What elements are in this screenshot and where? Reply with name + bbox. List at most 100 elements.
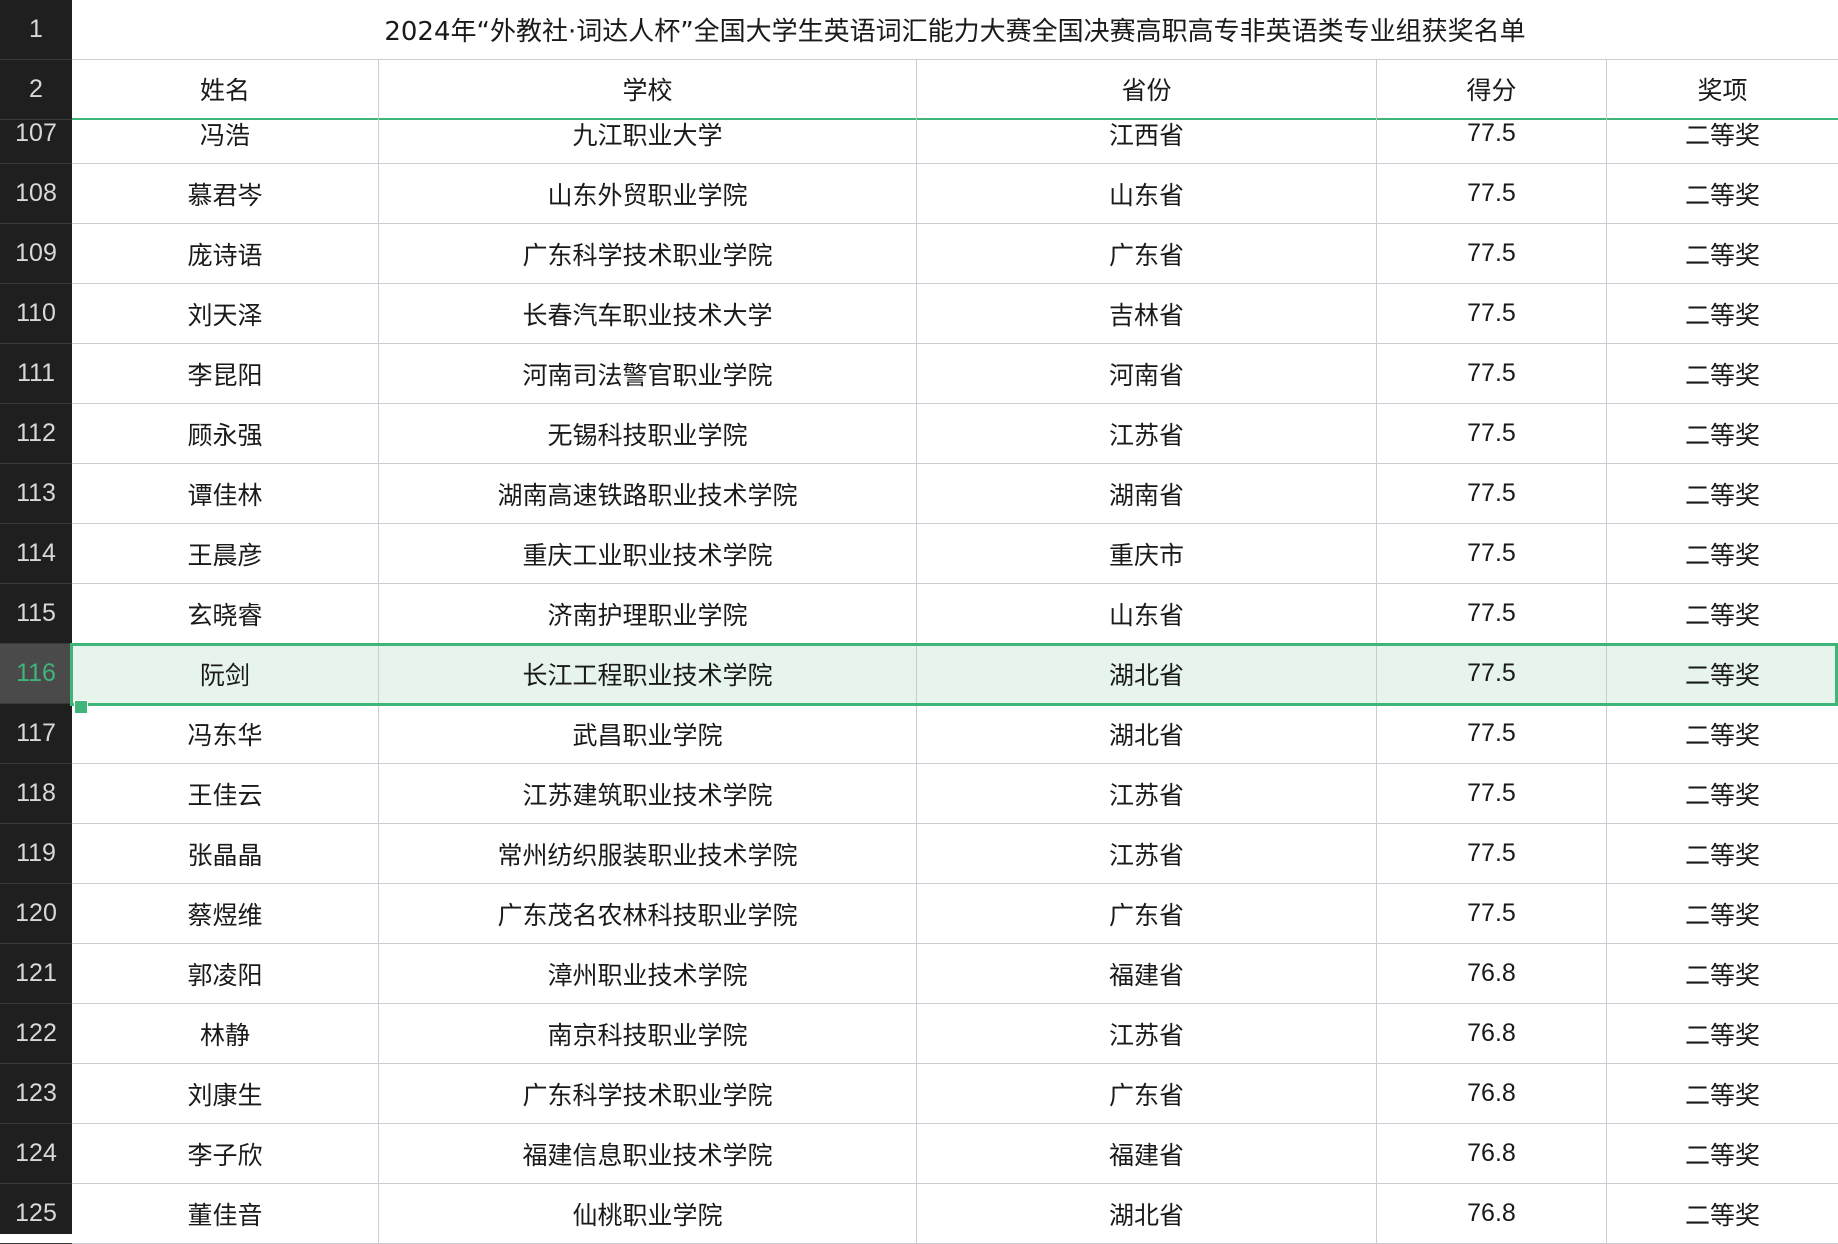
cell-province[interactable]: 江苏省 [917,824,1377,883]
cell-award[interactable]: 二等奖 [1607,224,1838,283]
cell-province[interactable]: 湖北省 [917,704,1377,763]
row-number[interactable]: 111 [0,344,72,404]
cell-score[interactable]: 77.5 [1377,884,1607,943]
row-number[interactable]: 108 [0,164,72,224]
cell-award[interactable]: 二等奖 [1607,1124,1838,1183]
row-number[interactable]: 116 [0,644,72,704]
cell-award[interactable]: 二等奖 [1607,884,1838,943]
cell-school[interactable]: 河南司法警官职业学院 [379,344,917,403]
cell-score[interactable]: 76.8 [1377,1064,1607,1123]
cell-score[interactable]: 77.5 [1377,824,1607,883]
cell-score[interactable]: 77.5 [1377,404,1607,463]
cell-province[interactable]: 江苏省 [917,1004,1377,1063]
cell-province[interactable]: 福建省 [917,1124,1377,1183]
cell-school[interactable]: 山东外贸职业学院 [379,164,917,223]
cell-province[interactable]: 广东省 [917,884,1377,943]
cell-award[interactable]: 二等奖 [1607,1004,1838,1063]
cell-school[interactable]: 常州纺织服装职业技术学院 [379,824,917,883]
cell-school[interactable]: 广东茂名农林科技职业学院 [379,884,917,943]
cell-name[interactable]: 董佳音 [72,1184,379,1243]
cell-province[interactable]: 福建省 [917,944,1377,1003]
cell-score[interactable]: 77.5 [1377,704,1607,763]
cell-name[interactable]: 李子欣 [72,1124,379,1183]
cell-school[interactable]: 九江职业大学 [379,104,917,163]
row-number[interactable]: 117 [0,704,72,764]
cell-award[interactable]: 二等奖 [1607,704,1838,763]
cell-province[interactable]: 山东省 [917,584,1377,643]
cell-school[interactable]: 无锡科技职业学院 [379,404,917,463]
row-number[interactable]: 125 [0,1184,72,1244]
fill-handle[interactable] [74,700,88,714]
row-number[interactable]: 115 [0,584,72,644]
cell-school[interactable]: 仙桃职业学院 [379,1184,917,1243]
cell-school[interactable]: 江苏建筑职业技术学院 [379,764,917,823]
cell-award[interactable]: 二等奖 [1607,464,1838,523]
cell-award[interactable]: 二等奖 [1607,1184,1838,1243]
row-number[interactable]: 114 [0,524,72,584]
cell-province[interactable]: 吉林省 [917,284,1377,343]
cell-award[interactable]: 二等奖 [1607,1064,1838,1123]
row-number[interactable]: 107 [0,104,72,164]
row-number[interactable]: 123 [0,1064,72,1124]
cell-name[interactable]: 王佳云 [72,764,379,823]
sheet-title-cell[interactable]: 2024年“外教社·词达人杯”全国大学生英语词汇能力大赛全国决赛高职高专非英语类… [72,0,1838,60]
row-number[interactable]: 119 [0,824,72,884]
cell-score[interactable]: 77.5 [1377,464,1607,523]
cell-score[interactable]: 76.8 [1377,1004,1607,1063]
cell-province[interactable]: 江西省 [917,104,1377,163]
cell-award[interactable]: 二等奖 [1607,644,1838,703]
cell-province[interactable]: 江苏省 [917,404,1377,463]
cell-name[interactable]: 张晶晶 [72,824,379,883]
cell-name[interactable]: 刘康生 [72,1064,379,1123]
cell-school[interactable]: 广东科学技术职业学院 [379,1064,917,1123]
cell-award[interactable]: 二等奖 [1607,104,1838,163]
cell-province[interactable]: 广东省 [917,224,1377,283]
row-number[interactable]: 124 [0,1124,72,1184]
cell-school[interactable]: 重庆工业职业技术学院 [379,524,917,583]
cell-province[interactable]: 湖南省 [917,464,1377,523]
cell-award[interactable]: 二等奖 [1607,164,1838,223]
cell-school[interactable]: 湖南高速铁路职业技术学院 [379,464,917,523]
cell-score[interactable]: 77.5 [1377,104,1607,163]
cell-name[interactable]: 庞诗语 [72,224,379,283]
cell-score[interactable]: 77.5 [1377,524,1607,583]
cell-school[interactable]: 武昌职业学院 [379,704,917,763]
cell-score[interactable]: 77.5 [1377,644,1607,703]
cell-name[interactable]: 郭凌阳 [72,944,379,1003]
cell-name[interactable]: 冯东华 [72,704,379,763]
cell-school[interactable]: 南京科技职业学院 [379,1004,917,1063]
cell-name[interactable]: 谭佳林 [72,464,379,523]
row-number[interactable]: 109 [0,224,72,284]
cell-school[interactable]: 长江工程职业技术学院 [379,644,917,703]
cell-school[interactable]: 漳州职业技术学院 [379,944,917,1003]
cell-name[interactable]: 冯浩 [72,104,379,163]
cell-award[interactable]: 二等奖 [1607,284,1838,343]
cell-province[interactable]: 江苏省 [917,764,1377,823]
cell-province[interactable]: 重庆市 [917,524,1377,583]
cell-score[interactable]: 77.5 [1377,164,1607,223]
cell-score[interactable]: 76.8 [1377,944,1607,1003]
cell-province[interactable]: 广东省 [917,1064,1377,1123]
cell-award[interactable]: 二等奖 [1607,344,1838,403]
cell-score[interactable]: 76.8 [1377,1124,1607,1183]
row-number[interactable]: 122 [0,1004,72,1064]
cell-school[interactable]: 广东科学技术职业学院 [379,224,917,283]
cell-province[interactable]: 山东省 [917,164,1377,223]
cell-score[interactable]: 77.5 [1377,224,1607,283]
cell-score[interactable]: 77.5 [1377,584,1607,643]
cell-name[interactable]: 刘天泽 [72,284,379,343]
cell-province[interactable]: 湖北省 [917,1184,1377,1243]
cell-school[interactable]: 长春汽车职业技术大学 [379,284,917,343]
cell-school[interactable]: 济南护理职业学院 [379,584,917,643]
row-number-1[interactable]: 1 [0,0,72,60]
cell-name[interactable]: 李昆阳 [72,344,379,403]
row-number[interactable]: 112 [0,404,72,464]
cell-score[interactable]: 77.5 [1377,764,1607,823]
cell-award[interactable]: 二等奖 [1607,524,1838,583]
cell-award[interactable]: 二等奖 [1607,584,1838,643]
cell-name[interactable]: 慕君岑 [72,164,379,223]
cell-school[interactable]: 福建信息职业技术学院 [379,1124,917,1183]
cell-name[interactable]: 玄晓睿 [72,584,379,643]
cell-name[interactable]: 王晨彦 [72,524,379,583]
cell-award[interactable]: 二等奖 [1607,824,1838,883]
